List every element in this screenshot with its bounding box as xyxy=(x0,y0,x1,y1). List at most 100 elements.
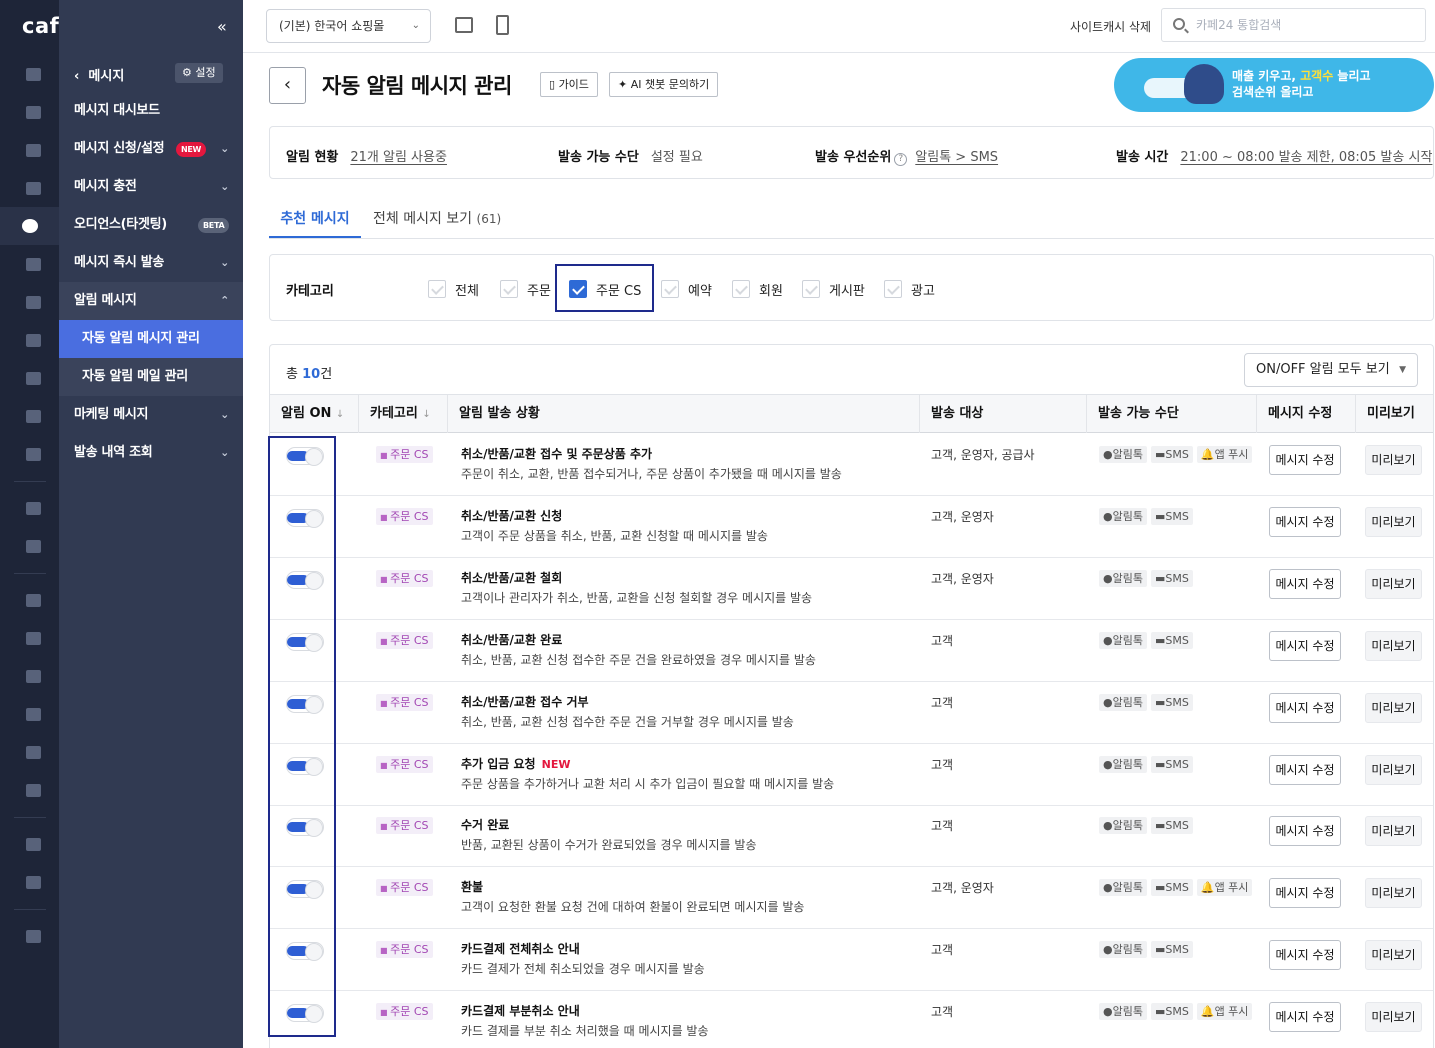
collapse-menu-icon[interactable]: « xyxy=(217,17,227,36)
ai-chatbot-button[interactable]: ✦ AI 챗봇 문의하기 xyxy=(609,72,719,97)
sort-icon[interactable]: ↓ xyxy=(422,409,430,420)
checkbox-icon[interactable] xyxy=(802,280,820,298)
category-checkbox-order[interactable]: 주문 xyxy=(500,279,551,299)
mobile-icon[interactable] xyxy=(496,15,509,35)
preview-button[interactable]: 미리보기 xyxy=(1365,754,1422,785)
speaker-icon[interactable] xyxy=(22,443,44,465)
help-icon[interactable]: ? xyxy=(894,153,908,166)
menu-back-button[interactable]: ‹ 메시지 xyxy=(74,65,124,84)
coupon-icon[interactable] xyxy=(22,329,44,351)
edit-message-button[interactable]: 메시지 수정 xyxy=(1269,506,1341,537)
preview-button[interactable]: 미리보기 xyxy=(1365,568,1422,599)
edit-message-button[interactable]: 메시지 수정 xyxy=(1269,445,1341,475)
board-icon[interactable] xyxy=(22,253,44,275)
rail-divider xyxy=(14,573,46,574)
preview-button[interactable]: 미리보기 xyxy=(1365,630,1422,661)
badge-icon[interactable] xyxy=(22,497,44,519)
checkbox-icon[interactable] xyxy=(428,280,446,298)
preview-button[interactable]: 미리보기 xyxy=(1365,445,1422,475)
send-means-badge: ▬SMS xyxy=(1150,569,1193,587)
checkbox-icon[interactable] xyxy=(661,280,679,298)
category-tag: 주문 CS xyxy=(376,941,433,959)
cart-icon[interactable] xyxy=(22,101,44,123)
sort-icon[interactable]: ↓ xyxy=(336,409,344,420)
category-tag: 주문 CS xyxy=(376,569,433,587)
chart-icon[interactable] xyxy=(22,405,44,427)
submenu-auto-alarm-message[interactable]: 자동 알림 메시지 관리 xyxy=(59,320,243,358)
edit-message-button[interactable]: 메시지 수정 xyxy=(1269,878,1341,909)
shirt-icon[interactable] xyxy=(22,139,44,161)
edit-message-button[interactable]: 메시지 수정 xyxy=(1269,568,1341,599)
user-icon[interactable] xyxy=(22,177,44,199)
onoff-filter-select[interactable]: ON/OFF 알림 모두 보기 ▼ xyxy=(1244,353,1418,387)
col-alarm-on[interactable]: 알림 ON ↓ xyxy=(270,395,359,433)
menu-item-alarm-message[interactable]: 알림 메시지 ⌃ xyxy=(59,282,243,320)
back-button[interactable]: ‹ xyxy=(269,67,306,104)
submenu-auto-alarm-mail[interactable]: 자동 알림 메일 관리 xyxy=(59,358,243,396)
stats-icon[interactable] xyxy=(22,367,44,389)
send-means: ●알림톡 ▬SMS xyxy=(1099,817,1197,835)
tab-recommended[interactable]: 추천 메시지 xyxy=(269,208,361,239)
tab-all-messages[interactable]: 전체 메시지 보기 (61) xyxy=(373,208,501,228)
menu-item-dashboard[interactable]: 메시지 대시보드 xyxy=(59,92,243,130)
edit-message-button[interactable]: 메시지 수정 xyxy=(1269,754,1341,785)
alarm-description: 고객이 주문 상품을 취소, 반품, 교환 신청할 때 메시지를 발송 xyxy=(461,528,768,543)
side-menu: « ‹ 메시지 ⚙ 설정 메시지 대시보드 메시지 신청/설정 NEW ⌄ 메시지 … xyxy=(59,0,243,1048)
palette-icon[interactable] xyxy=(22,291,44,313)
chevron-down-icon: ⌄ xyxy=(220,142,229,155)
checkbox-icon[interactable] xyxy=(884,280,902,298)
send-means-badge: ▬SMS xyxy=(1150,941,1193,959)
highlight-box xyxy=(268,436,336,1037)
preview-button[interactable]: 미리보기 xyxy=(1365,878,1422,909)
apps-icon[interactable] xyxy=(22,833,44,855)
promo-banner[interactable]: 매출 키우고, 고객수 늘리고 검색순위 올리고 xyxy=(1114,58,1434,112)
edit-message-button[interactable]: 메시지 수정 xyxy=(1269,630,1341,661)
menu-item-audience[interactable]: 오디언스(타겟팅) BETA xyxy=(59,206,243,244)
truck-icon[interactable] xyxy=(22,589,44,611)
globe-icon[interactable] xyxy=(22,535,44,557)
banner-copy: 매출 키우고, 고객수 늘리고 검색순위 올리고 xyxy=(1232,69,1371,99)
category-checkbox-ad[interactable]: 광고 xyxy=(884,279,935,299)
preview-button[interactable]: 미리보기 xyxy=(1365,506,1422,537)
gear-icon[interactable] xyxy=(22,925,44,947)
megaphone-icon[interactable] xyxy=(22,703,44,725)
menu-item-apply-settings[interactable]: 메시지 신청/설정 NEW ⌄ xyxy=(59,130,243,168)
col-edit: 메시지 수정 xyxy=(1257,395,1356,433)
add-store-icon[interactable] xyxy=(22,779,44,801)
menu-item-marketing[interactable]: 마케팅 메시지 ⌄ xyxy=(59,396,243,434)
category-checkbox-reservation[interactable]: 예약 xyxy=(661,279,712,299)
desktop-icon[interactable] xyxy=(455,17,473,33)
google-icon[interactable] xyxy=(22,627,44,649)
cache-delete-link[interactable]: 사이트캐시 삭제 xyxy=(1070,18,1151,35)
store-icon[interactable] xyxy=(22,741,44,763)
home-icon[interactable] xyxy=(22,63,44,85)
folder-add-icon[interactable] xyxy=(22,871,44,893)
checkbox-icon[interactable] xyxy=(732,280,750,298)
col-category[interactable]: 카테고리 ↓ xyxy=(359,395,448,433)
category-checkbox-all[interactable]: 전체 xyxy=(428,279,479,299)
category-checkbox-member[interactable]: 회원 xyxy=(732,279,783,299)
edit-message-button[interactable]: 메시지 수정 xyxy=(1269,1002,1341,1033)
chevron-down-icon: ⌄ xyxy=(220,446,229,459)
edit-message-button[interactable]: 메시지 수정 xyxy=(1269,940,1341,971)
preview-button[interactable]: 미리보기 xyxy=(1365,692,1422,723)
search-icon[interactable] xyxy=(1173,18,1185,30)
bag-icon[interactable] xyxy=(22,665,44,687)
menu-item-history[interactable]: 발송 내역 조회 ⌄ xyxy=(59,434,243,472)
send-means-badge: 🔔앱 푸시 xyxy=(1196,446,1253,463)
edit-message-button[interactable]: 메시지 수정 xyxy=(1269,816,1341,847)
edit-message-button[interactable]: 메시지 수정 xyxy=(1269,692,1341,723)
preview-button[interactable]: 미리보기 xyxy=(1365,940,1422,971)
menu-item-instant-send[interactable]: 메시지 즉시 발송 ⌄ xyxy=(59,244,243,282)
category-checkbox-board[interactable]: 게시판 xyxy=(802,279,865,299)
guide-button[interactable]: ▯ 가이드 xyxy=(540,72,598,97)
shop-select[interactable]: (기본) 한국어 쇼핑몰 ⌄ xyxy=(266,9,431,43)
message-icon[interactable] xyxy=(0,207,59,245)
checkbox-icon[interactable] xyxy=(500,280,518,298)
preview-button[interactable]: 미리보기 xyxy=(1365,1002,1422,1033)
search-input[interactable] xyxy=(1196,15,1416,35)
alarm-title: 추가 입금 요청 NEW xyxy=(461,756,571,771)
menu-item-charge[interactable]: 메시지 충전 ⌄ xyxy=(59,168,243,206)
preview-button[interactable]: 미리보기 xyxy=(1365,816,1422,847)
settings-button[interactable]: ⚙ 설정 xyxy=(175,63,223,83)
